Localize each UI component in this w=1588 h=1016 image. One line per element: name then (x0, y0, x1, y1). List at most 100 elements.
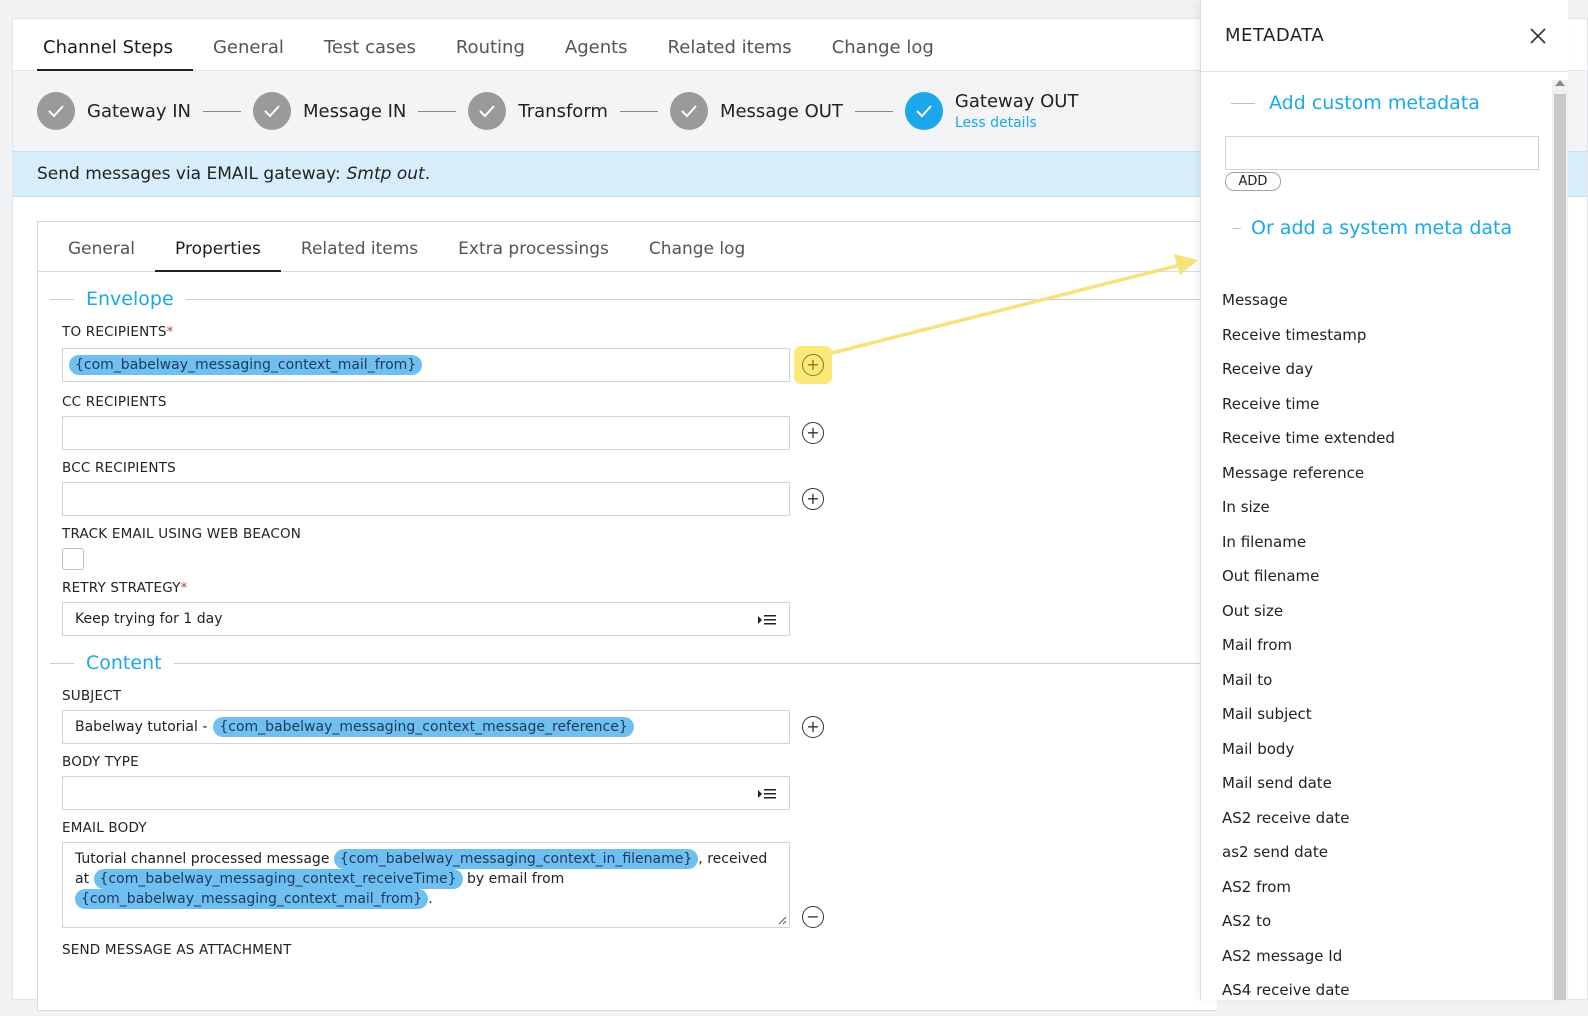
list-item[interactable]: Receive time (1222, 395, 1568, 430)
list-item[interactable]: Message reference (1222, 464, 1568, 499)
list-item[interactable]: AS2 to (1222, 912, 1568, 947)
metadata-chip[interactable]: {com_babelway_messaging_context_receiveT… (93, 869, 463, 889)
tab-change-log[interactable]: Change log (812, 37, 954, 70)
envelope-section-title: Envelope (38, 284, 1217, 314)
inner-tab-extra-processings[interactable]: Extra processings (438, 239, 629, 271)
step-gateway-out[interactable]: Gateway OUT Less details (904, 91, 1079, 131)
section-name: Or add a system meta data (1251, 217, 1513, 239)
divider (50, 662, 74, 664)
add-metadata-icon[interactable]: + (802, 354, 824, 376)
content-section-title: Content (38, 648, 1217, 678)
inner-tab-related-items[interactable]: Related items (281, 239, 438, 271)
track-email-checkbox[interactable] (62, 548, 84, 570)
step-connector (418, 110, 457, 112)
less-details-link[interactable]: Less details (955, 115, 1079, 131)
list-item[interactable]: AS2 receive date (1222, 809, 1568, 844)
list-item[interactable]: Mail from (1222, 636, 1568, 671)
metadata-header: METADATA (1201, 0, 1568, 72)
bcc-recipients-input[interactable] (62, 482, 790, 516)
list-item[interactable]: Message (1222, 291, 1568, 326)
selected-value: Keep trying for 1 day (75, 611, 223, 627)
inner-tab-change-log[interactable]: Change log (629, 239, 765, 271)
list-item[interactable]: Mail body (1222, 740, 1568, 775)
track-email-label: TRACK EMAIL USING WEB BEACON (62, 526, 302, 542)
highlight-box: + (794, 346, 832, 384)
list-item[interactable]: Receive day (1222, 360, 1568, 395)
list-select-icon (758, 789, 776, 799)
remove-icon[interactable]: − (802, 906, 824, 928)
required-marker: * (180, 580, 188, 596)
list-item[interactable]: Mail to (1222, 671, 1568, 706)
list-item[interactable]: In size (1222, 498, 1568, 533)
list-item[interactable]: Out filename (1222, 567, 1568, 602)
step-gateway-out-text: Gateway OUT Less details (955, 91, 1079, 131)
body-type-label: BODY TYPE (62, 754, 139, 770)
step-transform[interactable]: Transform (468, 92, 608, 130)
add-metadata-icon[interactable]: + (802, 488, 824, 510)
banner-gateway-name: Smtp out (346, 164, 425, 184)
field-row: Tutorial channel processed message {com_… (62, 842, 1217, 928)
add-metadata-icon[interactable]: + (802, 422, 824, 444)
tab-general[interactable]: General (193, 37, 304, 70)
metadata-chip[interactable]: {com_babelway_messaging_context_in_filen… (333, 849, 699, 869)
inner-tab-properties[interactable]: Properties (155, 239, 281, 272)
body-type-select[interactable] (62, 776, 790, 810)
tab-routing[interactable]: Routing (436, 37, 545, 70)
tab-agents[interactable]: Agents (545, 37, 648, 70)
tab-test-cases[interactable]: Test cases (304, 37, 436, 70)
subject-input[interactable]: Babelway tutorial - {com_babelway_messag… (62, 710, 790, 744)
step-connector (619, 110, 658, 112)
list-item[interactable]: Mail send date (1222, 774, 1568, 809)
field-row: Babelway tutorial - {com_babelway_messag… (62, 710, 1217, 744)
cc-recipients-input[interactable] (62, 416, 790, 450)
scrollbar[interactable] (1552, 80, 1568, 1000)
inner-tab-general[interactable]: General (48, 239, 155, 271)
to-recipients-input[interactable]: {com_babelway_messaging_context_mail_fro… (62, 348, 790, 382)
list-item[interactable]: Mail subject (1222, 705, 1568, 740)
resize-handle-icon[interactable] (777, 915, 787, 925)
label-text: RETRY STRATEGY (62, 580, 181, 596)
email-body-textarea[interactable]: Tutorial channel processed message {com_… (62, 842, 790, 928)
step-gateway-in[interactable]: Gateway IN (37, 92, 191, 130)
add-button[interactable]: ADD (1225, 172, 1281, 191)
bcc-recipients-field: BCC RECIPIENTS + (62, 460, 1217, 516)
banner-suffix: . (424, 164, 431, 184)
section-name: Add custom metadata (1269, 92, 1480, 114)
list-item[interactable]: Receive timestamp (1222, 326, 1568, 361)
system-metadata-title: Or add a system meta data (1201, 217, 1568, 239)
metadata-chip[interactable]: {com_babelway_messaging_context_mail_fro… (75, 889, 429, 909)
list-item[interactable]: Out size (1222, 602, 1568, 637)
attachment-field: SEND MESSAGE AS ATTACHMENT (62, 942, 1217, 960)
divider (173, 662, 1217, 664)
list-item[interactable]: as2 send date (1222, 843, 1568, 878)
section-name: Content (86, 652, 162, 674)
metadata-chip[interactable]: {com_babelway_messaging_context_message_… (213, 717, 634, 737)
field-row: + (62, 482, 1217, 516)
required-marker: * (166, 324, 174, 340)
cc-recipients-field: CC RECIPIENTS + (62, 394, 1217, 450)
scroll-up-icon[interactable] (1555, 80, 1565, 86)
list-item[interactable]: Receive time extended (1222, 429, 1568, 464)
metadata-chip[interactable]: {com_babelway_messaging_context_mail_fro… (69, 355, 423, 375)
subject-text: Babelway tutorial - (75, 719, 208, 735)
step-message-in[interactable]: Message IN (253, 92, 406, 130)
custom-metadata-input[interactable] (1225, 136, 1539, 170)
scrollbar-thumb[interactable] (1554, 94, 1566, 1000)
list-item[interactable]: AS2 message Id (1222, 947, 1568, 982)
retry-strategy-label: RETRY STRATEGY* (62, 580, 1217, 598)
add-metadata-icon[interactable]: + (802, 716, 824, 738)
tab-related-items[interactable]: Related items (648, 37, 812, 70)
check-icon (904, 92, 943, 130)
divider (50, 298, 74, 300)
section-name: Envelope (86, 288, 174, 310)
list-item[interactable]: AS4 receive date (1222, 981, 1568, 1016)
step-message-out[interactable]: Message OUT (669, 92, 843, 130)
metadata-title: METADATA (1225, 25, 1325, 46)
retry-strategy-select[interactable]: Keep trying for 1 day (62, 602, 790, 636)
close-icon[interactable] (1528, 26, 1548, 46)
list-item[interactable]: In filename (1222, 533, 1568, 568)
subject-field: SUBJECT Babelway tutorial - {com_babelwa… (62, 688, 1217, 744)
list-item[interactable]: AS2 from (1222, 878, 1568, 913)
tab-channel-steps[interactable]: Channel Steps (37, 37, 193, 71)
step-connector (854, 110, 893, 112)
